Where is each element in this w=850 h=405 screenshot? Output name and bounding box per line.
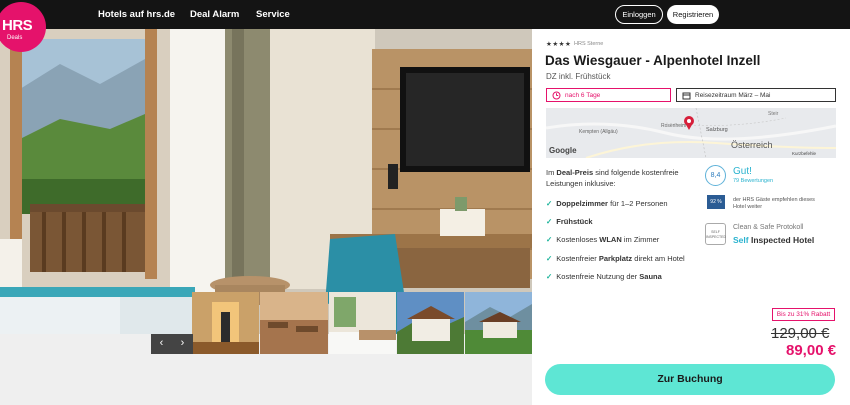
- self-inspected-text: Self Inspected Hotel: [733, 235, 815, 245]
- self-inspected-badge: SELF INSPECTED: [705, 223, 726, 245]
- review-count-link[interactable]: 79 Bewertungen: [733, 178, 773, 184]
- hotel-name: Das Wiesgauer - Alpenhotel Inzell: [545, 53, 761, 68]
- room-type: DZ inkl. Frühstück: [546, 72, 611, 81]
- hotel-hero-image: [0, 29, 532, 334]
- register-button[interactable]: Registrieren: [667, 5, 719, 24]
- chevron-right-icon: ›: [180, 337, 185, 349]
- map-label: Rosenheim: [661, 123, 687, 129]
- google-logo: Google: [549, 146, 577, 155]
- map-label: Kempten (Allgäu): [579, 129, 618, 135]
- nav-service[interactable]: Service: [256, 9, 290, 20]
- gallery-thumbnail[interactable]: [329, 292, 396, 354]
- travel-period-text: Reisezeitraum März – Mai: [695, 92, 771, 99]
- feature-item: ✓ Kostenfreier Parkplatz direkt am Hotel: [546, 254, 685, 263]
- stay-duration-box[interactable]: nach 6 Tage: [546, 88, 671, 102]
- gallery-prev-button[interactable]: ‹: [151, 334, 172, 354]
- calendar-icon: [682, 92, 691, 100]
- travel-period-box[interactable]: Reisezeitraum März – Mai: [676, 88, 836, 102]
- stars-label: HRS Sterne: [574, 41, 604, 47]
- gallery-next-button[interactable]: ›: [172, 334, 193, 354]
- stay-duration-text: nach 6 Tage: [565, 92, 601, 99]
- nav-deal-alarm[interactable]: Deal Alarm: [190, 9, 239, 20]
- clean-safe-title: Clean & Safe Protokoll: [733, 224, 804, 231]
- feature-item: ✓ Kostenfreie Nutzung der Sauna: [546, 272, 662, 281]
- booking-button[interactable]: Zur Buchung: [545, 364, 835, 395]
- gallery-thumbnail[interactable]: [260, 292, 328, 354]
- star-rating: ★★★★: [546, 41, 572, 48]
- feature-item: ✓ Kostenloses WLAN im Zimmer: [546, 235, 660, 244]
- map-label: Steir: [768, 111, 779, 117]
- location-map[interactable]: Kempten (Allgäu) Rosenheim Salzburg Stei…: [546, 108, 836, 158]
- original-price: 129,00 €: [771, 325, 830, 342]
- included-services-intro: Im Deal-Preis sind folgende kostenfreie …: [546, 167, 706, 189]
- rating-word: Gut!: [733, 166, 752, 177]
- recommendation-text: der HRS Gäste empfehlen dieses Hotel wei…: [733, 197, 815, 210]
- checkmark-icon: ✓: [546, 272, 553, 281]
- recommendation-badge: 92 %: [707, 195, 725, 209]
- map-label: Salzburg: [706, 127, 728, 133]
- logo-sub: Deals: [7, 35, 23, 41]
- feature-item: ✓ Frühstück: [546, 217, 593, 226]
- intro-highlight: Deal-Preis: [556, 168, 594, 177]
- chevron-left-icon: ‹: [159, 337, 164, 349]
- checkmark-icon: ✓: [546, 199, 553, 208]
- login-button[interactable]: Einloggen: [615, 5, 663, 24]
- rating-score-badge: 8,4: [705, 165, 726, 186]
- gallery-thumbnail[interactable]: [465, 292, 532, 354]
- gallery-thumbnail[interactable]: [397, 292, 464, 354]
- map-label: Österreich: [731, 140, 773, 150]
- deal-price: 89,00 €: [786, 342, 837, 359]
- map-shortcuts[interactable]: Kurzbefehle: [792, 151, 816, 156]
- clock-icon: [552, 91, 561, 100]
- checkmark-icon: ✓: [546, 217, 553, 226]
- feature-item: ✓ Doppelzimmer für 1–2 Personen: [546, 199, 668, 208]
- logo-brand: HRS: [2, 17, 33, 34]
- gallery-thumbnail[interactable]: [192, 292, 259, 354]
- checkmark-icon: ✓: [546, 235, 553, 244]
- intro-prefix: Im: [546, 168, 557, 177]
- checkmark-icon: ✓: [546, 254, 553, 263]
- discount-badge: Bis zu 31% Rabatt: [772, 308, 835, 321]
- nav-hotels[interactable]: Hotels auf hrs.de: [98, 9, 175, 20]
